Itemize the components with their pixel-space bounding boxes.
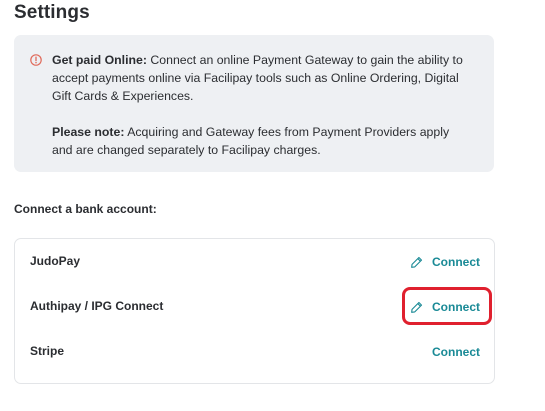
pencil-icon [411,256,423,268]
connect-label: Connect [432,300,480,314]
judopay-connect-link[interactable]: Connect [410,252,480,272]
page-title: Settings [14,2,90,23]
alert-circle-icon [30,54,42,66]
pencil-icon [411,301,423,313]
provider-name: Authipay / IPG Connect [30,299,164,313]
bank-section-label: Connect a bank account: [14,202,157,216]
provider-row-authipay: Authipay / IPG Connect Connect [15,296,494,318]
provider-row-stripe: Stripe Connect [15,341,494,363]
notice-paragraph-online: Get paid Online: Connect an online Payme… [52,51,472,105]
provider-name: JudoPay [30,254,81,268]
provider-row-judopay: JudoPay Connect [15,251,494,273]
notice-heading-fees: Please note: [52,125,125,139]
payment-info-notice: Get paid Online: Connect an online Payme… [14,35,494,172]
provider-list: JudoPay Connect Authipay / IPG Connect C… [14,238,495,384]
stripe-connect-link[interactable]: Connect [432,342,480,362]
provider-name: Stripe [30,344,65,358]
notice-heading-online: Get paid Online: [52,53,147,67]
connect-label: Connect [432,345,480,359]
notice-text: Get paid Online: Connect an online Payme… [52,51,472,159]
connect-label: Connect [432,255,480,269]
notice-paragraph-fees: Please note: Acquiring and Gateway fees … [52,123,472,159]
authipay-connect-link[interactable]: Connect [410,297,480,317]
